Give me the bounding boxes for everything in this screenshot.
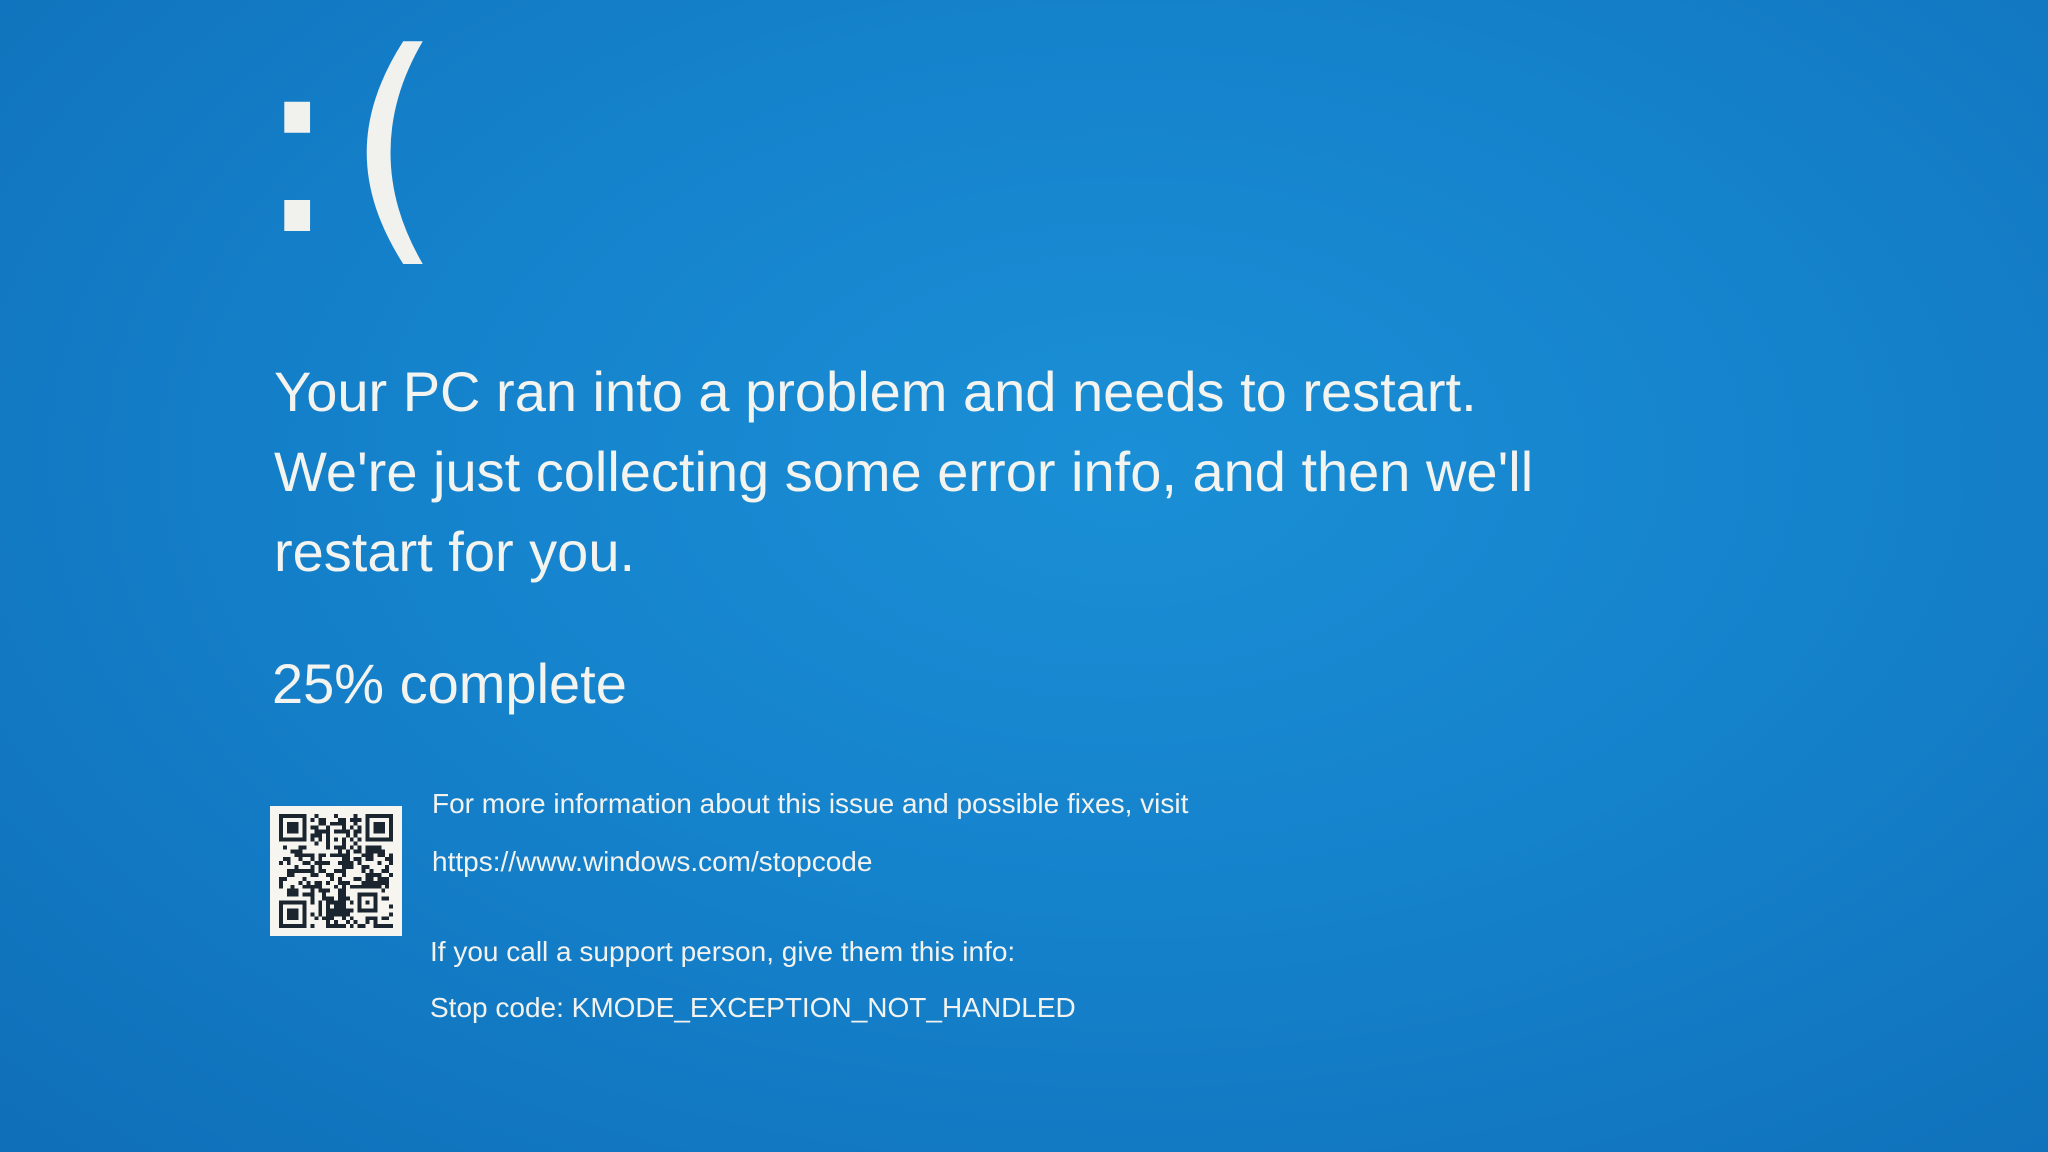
qr-code-icon: [270, 806, 402, 936]
error-message: Your PC ran into a problem and needs to …: [274, 360, 1534, 583]
stop-code-line: Stop code: KMODE_EXCEPTION_NOT_HANDLED: [430, 988, 1076, 1028]
progress-text: 25% complete: [272, 652, 627, 715]
qr-code-graphic: [271, 806, 401, 936]
stop-code-value: KMODE_EXCEPTION_NOT_HANDLED: [571, 992, 1076, 1023]
support-info-text: If you call a support person, give them …: [430, 936, 1016, 967]
stop-code-label: Stop code:: [430, 992, 564, 1023]
fixes-info-text: For more information about this issue an…: [432, 788, 1189, 819]
stopcode-url: https://www.windows.com/stopcode: [432, 846, 873, 877]
bsod-screen: :( Your PC ran into a problem and needs …: [0, 0, 2048, 1152]
sad-face-emoticon: :(: [255, 0, 449, 290]
